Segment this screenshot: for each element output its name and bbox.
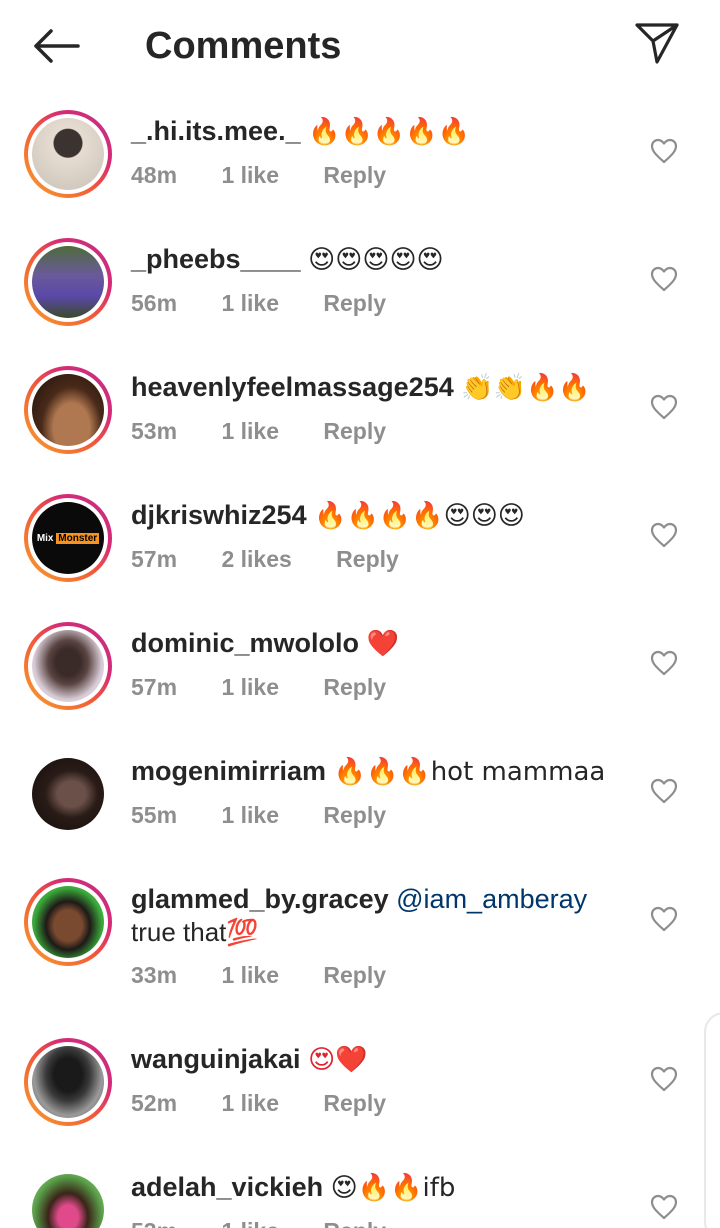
share-button[interactable]	[630, 18, 684, 68]
avatar	[32, 374, 104, 446]
comment-likes[interactable]: 1 like	[221, 800, 279, 830]
reply-button[interactable]: Reply	[323, 416, 386, 446]
comment-text: ❤️	[366, 629, 399, 659]
comment-meta: 48m 1 like Reply	[131, 160, 424, 190]
comment-likes[interactable]: 1 like	[221, 672, 279, 702]
reply-button[interactable]: Reply	[323, 1088, 386, 1118]
comment-text: 👏👏🔥🔥	[461, 373, 591, 403]
comment-username[interactable]: _pheebs____	[131, 244, 301, 274]
page-title: Comments	[145, 25, 342, 67]
heart-icon[interactable]	[650, 650, 678, 676]
comment-likes[interactable]: 2 likes	[221, 544, 291, 574]
comment-meta: 52m 1 like Reply	[131, 1088, 424, 1118]
comment-time: 53m	[131, 418, 178, 444]
floating-card-edge	[704, 1012, 720, 1228]
reply-button[interactable]: Reply	[336, 544, 399, 574]
story-ring[interactable]	[24, 622, 112, 710]
comment-text: 🔥🔥🔥🔥🔥	[308, 117, 470, 147]
heart-icon[interactable]	[650, 1194, 678, 1220]
comment-time: 52m	[131, 1090, 178, 1116]
reply-button[interactable]: Reply	[323, 1216, 386, 1228]
reply-button[interactable]: Reply	[323, 672, 386, 702]
avatar-container[interactable]	[24, 1166, 112, 1228]
comment-likes[interactable]: 1 like	[221, 160, 279, 190]
comment-username[interactable]: dominic_mwololo	[131, 628, 359, 658]
comment-username[interactable]: wanguinjakai	[131, 1044, 301, 1074]
comment-time: 33m	[131, 962, 178, 988]
story-ring[interactable]	[24, 238, 112, 326]
comment-likes[interactable]: 1 like	[221, 960, 279, 990]
comment-username[interactable]: _.hi.its.mee._	[131, 116, 301, 146]
comment-username[interactable]: heavenlyfeelmassage254	[131, 372, 454, 402]
comment-text: 😍❤️	[308, 1045, 368, 1075]
comment-text: 🔥🔥🔥🔥😍😍😍	[314, 501, 525, 531]
avatar	[32, 1046, 104, 1118]
avatar	[32, 886, 104, 958]
comment-meta: 33m 1 like Reply	[131, 960, 424, 990]
comment-meta: 57m 1 like Reply	[131, 672, 424, 702]
header-bar: Comments	[0, 0, 720, 92]
story-ring[interactable]	[24, 878, 112, 966]
comment-meta: 53m 1 like Reply	[131, 1216, 424, 1228]
avatar	[32, 118, 104, 190]
comment-meta: 57m 2 likes Reply	[131, 544, 437, 574]
comment-text: true that💯	[131, 917, 259, 947]
avatar	[32, 1174, 104, 1228]
comment-likes[interactable]: 1 like	[221, 1216, 279, 1228]
comment-username[interactable]: mogenimirriam	[131, 756, 326, 786]
comment-likes[interactable]: 1 like	[221, 288, 279, 318]
back-arrow-icon	[34, 29, 80, 63]
avatar	[32, 246, 104, 318]
comment-text: 😍🔥🔥ifb	[330, 1173, 456, 1203]
comment-username[interactable]: glammed_by.gracey	[131, 884, 389, 914]
heart-icon[interactable]	[650, 1066, 678, 1092]
reply-button[interactable]: Reply	[323, 288, 386, 318]
back-button[interactable]	[28, 22, 84, 70]
story-ring[interactable]	[24, 366, 112, 454]
heart-icon[interactable]	[650, 778, 678, 804]
heart-icon[interactable]	[650, 138, 678, 164]
heart-icon[interactable]	[650, 394, 678, 420]
reply-button[interactable]: Reply	[323, 800, 386, 830]
avatar: Mix Monster	[32, 502, 104, 574]
avatar	[32, 758, 104, 830]
comment-meta: 53m 1 like Reply	[131, 416, 424, 446]
comment-meta: 55m 1 like Reply	[131, 800, 424, 830]
comment-text: 😍😍😍😍😍	[308, 245, 444, 275]
comment-username[interactable]: djkriswhiz254	[131, 500, 307, 530]
comment-time: 57m	[131, 546, 178, 572]
heart-icon[interactable]	[650, 522, 678, 548]
story-ring[interactable]	[24, 1038, 112, 1126]
heart-icon[interactable]	[650, 266, 678, 292]
avatar	[32, 630, 104, 702]
comment-text: 🔥🔥🔥hot mammaa	[333, 757, 606, 787]
reply-button[interactable]: Reply	[323, 960, 386, 990]
avatar-container[interactable]	[24, 750, 112, 838]
story-ring[interactable]	[24, 110, 112, 198]
comment-time: 48m	[131, 162, 178, 188]
comment-likes[interactable]: 1 like	[221, 1088, 279, 1118]
comment-time: 55m	[131, 802, 178, 828]
comment-mention[interactable]: @iam_amberay	[396, 884, 587, 914]
comment-time: 56m	[131, 290, 178, 316]
heart-icon[interactable]	[650, 906, 678, 932]
avatar-logo-text: Monster	[56, 532, 100, 544]
comment-username[interactable]: adelah_vickieh	[131, 1172, 323, 1202]
story-ring[interactable]: Mix Monster	[24, 494, 112, 582]
paper-plane-icon	[635, 23, 679, 64]
comment-likes[interactable]: 1 like	[221, 416, 279, 446]
avatar-logo-text: Mix	[36, 532, 54, 544]
comment-meta: 56m 1 like Reply	[131, 288, 424, 318]
comment-time: 57m	[131, 674, 178, 700]
reply-button[interactable]: Reply	[323, 160, 386, 190]
comment-time: 53m	[131, 1216, 177, 1228]
